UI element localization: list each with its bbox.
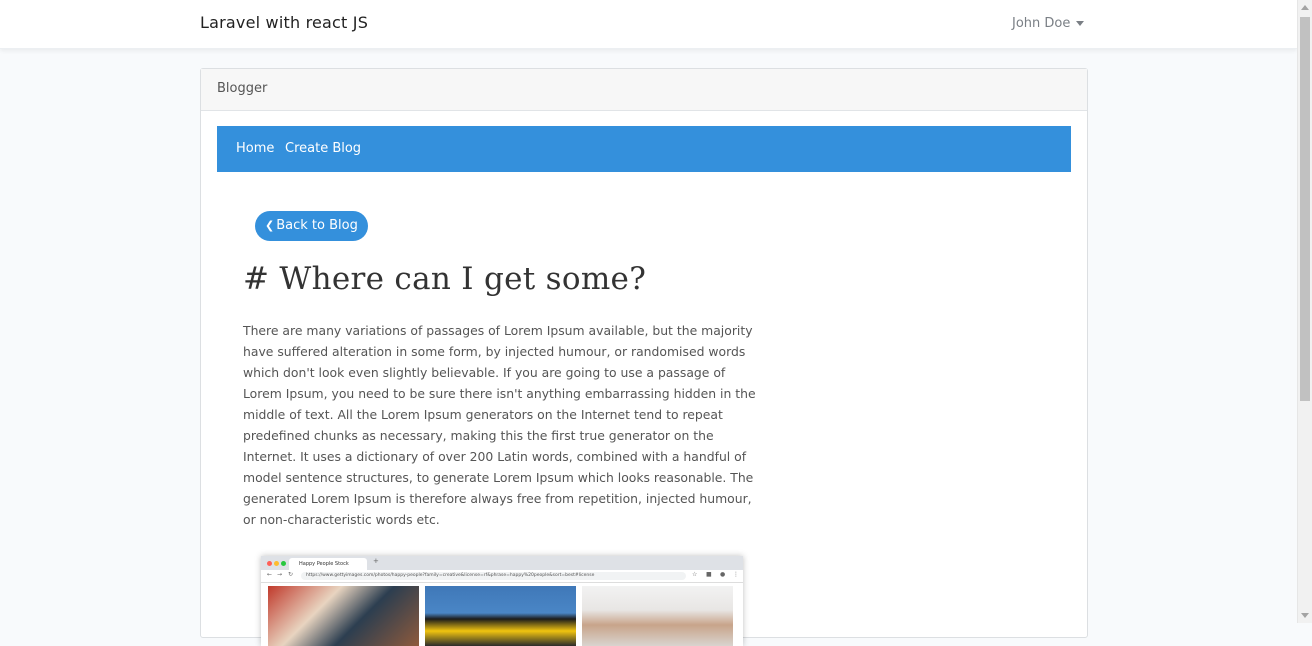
image-browser-url: https://www.gettyimages.com/photos/happy… xyxy=(301,572,686,580)
card-header: Blogger xyxy=(201,69,1087,111)
scroll-up-arrow-icon[interactable] xyxy=(1301,5,1309,10)
photo-thumbnail xyxy=(268,586,419,646)
scrollbar-thumb[interactable] xyxy=(1300,17,1310,401)
top-navbar: Laravel with react JS John Doe xyxy=(0,0,1297,49)
page-scrollbar[interactable] xyxy=(1297,0,1312,623)
minimize-dot-icon xyxy=(274,561,279,566)
photo-thumbnail xyxy=(425,586,576,646)
post-body: There are many variations of passages of… xyxy=(243,323,756,527)
back-arrow-icon: ← xyxy=(267,571,273,578)
back-to-blog-button[interactable]: ❮ Back to Blog xyxy=(255,211,368,241)
new-tab-icon: + xyxy=(373,557,379,565)
back-to-blog-label: Back to Blog xyxy=(276,218,358,233)
blog-nav-bar: Home Create Blog xyxy=(217,126,1071,172)
image-browser-urlbar: ← → ↻ https://www.gettyimages.com/photos… xyxy=(261,570,743,583)
menu-dots-icon: ⋮ xyxy=(733,571,739,578)
star-icon: ☆ xyxy=(692,571,698,578)
blogger-card: Blogger Home Create Blog ❮ Back to Blog #… xyxy=(200,68,1088,646)
caret-down-icon xyxy=(1076,21,1085,26)
maximize-dot-icon xyxy=(281,561,286,566)
photo-thumbnail xyxy=(582,586,733,646)
brand-link[interactable]: Laravel with react JS xyxy=(200,13,368,32)
scroll-down-arrow-icon[interactable] xyxy=(1301,613,1309,618)
nav-create-blog-link[interactable]: Create Blog xyxy=(285,141,361,156)
user-menu-toggle[interactable]: John Doe xyxy=(1012,16,1085,31)
chevron-left-icon: ❮ xyxy=(265,219,275,232)
account-icon: ● xyxy=(720,571,726,578)
extension-icon: ■ xyxy=(706,571,712,578)
image-browser-tab: Happy People Stock Photos xyxy=(289,558,367,579)
photo-grid xyxy=(261,583,743,646)
post-image: Happy People Stock Photos + ← → ↻ https:… xyxy=(261,556,743,646)
post-title: # Where can I get some? xyxy=(243,261,647,297)
close-dot-icon xyxy=(267,561,272,566)
user-name: John Doe xyxy=(1012,16,1071,31)
nav-home-link[interactable]: Home xyxy=(236,141,274,156)
reload-icon: ↻ xyxy=(288,571,294,578)
image-browser-tabbar: Happy People Stock Photos + xyxy=(261,556,743,579)
forward-arrow-icon: → xyxy=(277,571,283,578)
